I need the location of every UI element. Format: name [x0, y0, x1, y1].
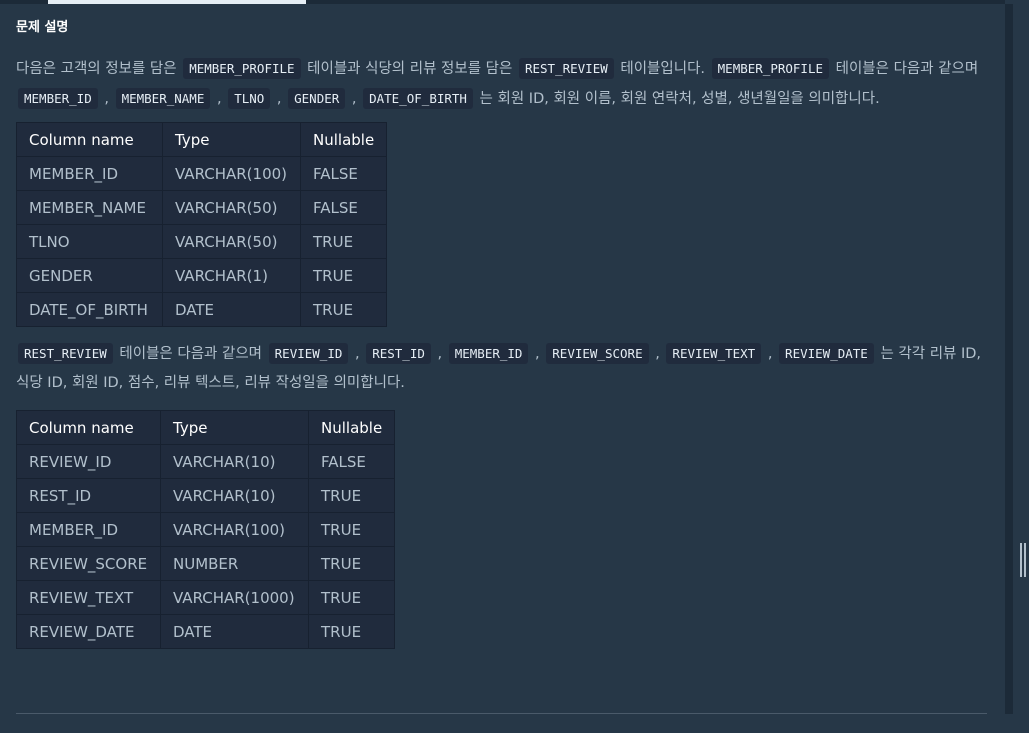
table-cell: DATE_OF_BIRTH [16, 292, 163, 327]
table-cell: DATE [162, 292, 301, 327]
section-title: 문제 설명 [16, 20, 69, 35]
table-cell: REVIEW_TEXT [16, 580, 161, 615]
table-header-row: Column name Type Nullable [16, 122, 388, 157]
scrollbar[interactable] [1005, 4, 1013, 714]
table-row: REVIEW_SCORE NUMBER TRUE [16, 546, 396, 581]
problem-description: 문제 설명 다음은 고객의 정보를 담은 MEMBER_PROFILE 테이블과… [16, 18, 990, 649]
table-cell: DATE [160, 614, 309, 649]
column-header: Nullable [299, 122, 388, 157]
table-cell: VARCHAR(1) [162, 258, 301, 293]
table-row: MEMBER_ID VARCHAR(100) TRUE [16, 512, 396, 547]
table-cell: VARCHAR(100) [162, 156, 301, 191]
column-header: Column name [16, 122, 163, 157]
table-cell: FALSE [299, 156, 388, 191]
column-header: Nullable [307, 410, 396, 445]
code-rest-review: REST_REVIEW [518, 58, 614, 79]
code-review-date: REVIEW_DATE [779, 343, 874, 364]
table-row: REST_ID VARCHAR(10) TRUE [16, 478, 396, 513]
code-rest-review: REST_REVIEW [18, 343, 113, 364]
code-gender: GENDER [288, 88, 346, 109]
table-cell: VARCHAR(1000) [160, 580, 309, 615]
table-cell: VARCHAR(50) [162, 224, 301, 259]
table-row: MEMBER_NAME VARCHAR(50) FALSE [16, 190, 388, 225]
code-review-score: REVIEW_SCORE [546, 343, 649, 364]
code-date-of-birth: DATE_OF_BIRTH [363, 88, 473, 109]
table-cell: GENDER [16, 258, 163, 293]
table-cell: REVIEW_DATE [16, 614, 161, 649]
table-cell: VARCHAR(10) [160, 444, 309, 479]
code-member-id: MEMBER_ID [448, 343, 529, 364]
table-cell: TLNO [16, 224, 163, 259]
member-profile-table: Column name Type Nullable MEMBER_ID VARCH… [16, 122, 388, 327]
code-tlno: TLNO [228, 88, 271, 109]
table-row: REVIEW_DATE DATE TRUE [16, 614, 396, 649]
table-cell: REST_ID [16, 478, 161, 513]
table-cell: TRUE [299, 224, 388, 259]
table-cell: TRUE [307, 546, 396, 581]
code-review-id: REVIEW_ID [268, 343, 349, 364]
table-cell: TRUE [307, 478, 396, 513]
active-tab-indicator[interactable] [48, 0, 306, 4]
code-member-name: MEMBER_NAME [115, 88, 211, 109]
column-header: Type [160, 410, 309, 445]
table-header-row: Column name Type Nullable [16, 410, 396, 445]
table-cell: VARCHAR(100) [160, 512, 309, 547]
table-row: GENDER VARCHAR(1) TRUE [16, 258, 388, 293]
code-member-profile: MEMBER_PROFILE [711, 58, 829, 79]
column-header: Type [162, 122, 301, 157]
table-cell: FALSE [299, 190, 388, 225]
table-cell: REVIEW_SCORE [16, 546, 161, 581]
table-row: TLNO VARCHAR(50) TRUE [16, 224, 388, 259]
rest-review-description: REST_REVIEW 테이블은 다음과 같으며 REVIEW_ID , RES… [16, 339, 990, 398]
table-cell: MEMBER_ID [16, 156, 163, 191]
code-member-id: MEMBER_ID [18, 88, 98, 109]
divider [16, 713, 987, 714]
code-review-text: REVIEW_TEXT [666, 343, 762, 364]
table-cell: TRUE [299, 258, 388, 293]
table-cell: FALSE [307, 444, 396, 479]
member-profile-description: 다음은 고객의 정보를 담은 MEMBER_PROFILE 테이블과 식당의 리… [16, 54, 990, 114]
table-cell: TRUE [307, 580, 396, 615]
code-rest-id: REST_ID [366, 343, 431, 364]
table-cell: TRUE [307, 614, 396, 649]
table-cell: TRUE [299, 292, 388, 327]
column-header: Column name [16, 410, 161, 445]
table-cell: MEMBER_NAME [16, 190, 163, 225]
tab-bar [0, 0, 1005, 4]
table-cell: MEMBER_ID [16, 512, 161, 547]
table-row: MEMBER_ID VARCHAR(100) FALSE [16, 156, 388, 191]
table-cell: VARCHAR(50) [162, 190, 301, 225]
code-member-profile: MEMBER_PROFILE [183, 58, 301, 79]
table-cell: REVIEW_ID [16, 444, 161, 479]
table-row: REVIEW_ID VARCHAR(10) FALSE [16, 444, 396, 479]
rest-review-table: Column name Type Nullable REVIEW_ID VARCH… [16, 410, 396, 649]
table-row: REVIEW_TEXT VARCHAR(1000) TRUE [16, 580, 396, 615]
table-cell: TRUE [307, 512, 396, 547]
resize-handle[interactable] [1020, 543, 1028, 577]
table-cell: NUMBER [160, 546, 309, 581]
table-cell: VARCHAR(10) [160, 478, 309, 513]
table-row: DATE_OF_BIRTH DATE TRUE [16, 292, 388, 327]
